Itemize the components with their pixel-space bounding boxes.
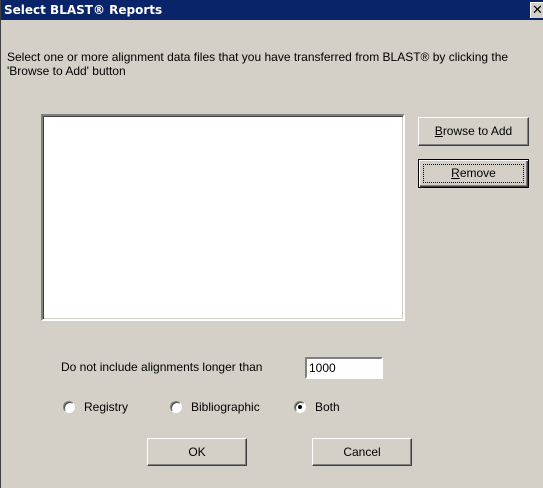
instructions-text: Select one or more alignment data files … — [7, 50, 509, 78]
cancel-button[interactable]: Cancel — [312, 438, 412, 466]
ok-button[interactable]: OK — [147, 438, 247, 466]
radio-circle-icon — [170, 401, 182, 413]
window-title: Select BLAST® Reports — [4, 3, 163, 17]
remove-label: Remove — [451, 166, 496, 180]
radio-both-label: Both — [315, 400, 340, 414]
radio-bibliographic-label: Bibliographic — [191, 400, 260, 414]
radio-registry[interactable]: Registry — [63, 400, 128, 414]
close-icon: ✕ — [532, 3, 543, 18]
radio-registry-label: Registry — [84, 400, 129, 414]
select-blast-reports-dialog: Select BLAST® Reports ✕ Select one or mo… — [0, 0, 543, 488]
browse-to-add-label: Browse to Add — [434, 124, 513, 138]
blast-files-listbox[interactable] — [41, 114, 405, 321]
radio-circle-icon — [63, 401, 75, 413]
close-button[interactable]: ✕ — [530, 2, 543, 18]
radio-bibliographic[interactable]: Bibliographic — [170, 400, 260, 414]
browse-to-add-button[interactable]: Browse to Add — [418, 117, 529, 146]
title-bar[interactable]: Select BLAST® Reports ✕ — [1, 0, 543, 20]
radio-dot-icon — [298, 405, 302, 409]
radio-both[interactable]: Both — [294, 400, 340, 414]
remove-button[interactable]: Remove — [418, 159, 529, 188]
max-alignment-length-input[interactable] — [305, 357, 383, 379]
max-alignment-length-label: Do not include alignments longer than — [61, 360, 263, 374]
radio-selected-icon — [294, 401, 306, 413]
